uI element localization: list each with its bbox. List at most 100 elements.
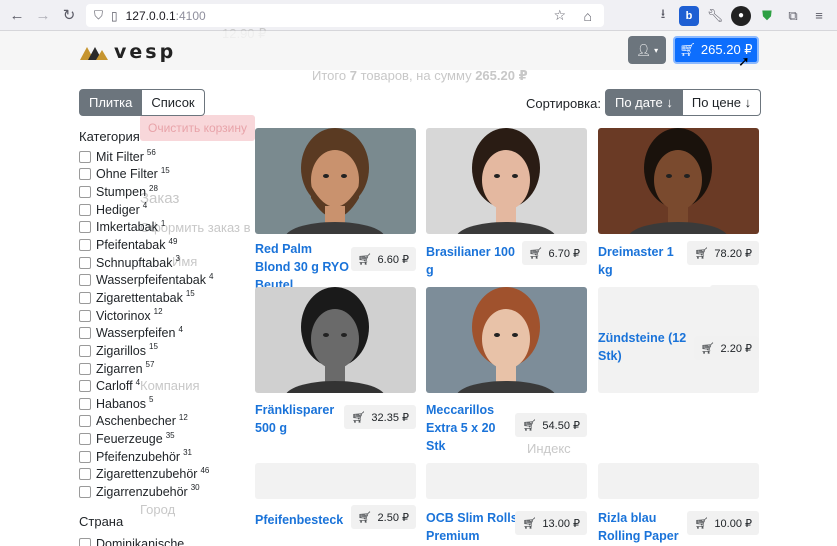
- product-name-link[interactable]: Pfeifenbesteck: [255, 511, 350, 529]
- category-checkbox[interactable]: [79, 485, 91, 498]
- category-checkbox[interactable]: [79, 309, 91, 322]
- category-checkbox[interactable]: [79, 274, 91, 287]
- back-icon[interactable]: ←: [4, 2, 30, 28]
- site-logo[interactable]: vesp: [80, 41, 176, 63]
- product-card[interactable]: OCB Slim Rolls Premium 🛒︎ 13.00 ₽: [426, 463, 587, 543]
- wrench-icon[interactable]: 🔧︎: [705, 6, 725, 26]
- category-checkbox[interactable]: [79, 380, 91, 393]
- product-image[interactable]: [426, 463, 587, 499]
- product-name-link[interactable]: Meccarillos Extra 5 x 20 Stk: [426, 401, 512, 455]
- category-checkbox[interactable]: [79, 397, 91, 410]
- bitwarden-extension-icon[interactable]: b: [679, 5, 699, 26]
- add-to-cart-button[interactable]: 🛒︎ 78.20 ₽: [687, 241, 759, 265]
- category-item[interactable]: Mit Filter 56: [79, 148, 249, 166]
- product-card[interactable]: Meccarillos Extra 5 x 20 Stk 🛒︎ 54.50 ₽: [426, 287, 587, 453]
- category-item[interactable]: Stumpen 28: [79, 183, 249, 201]
- add-to-cart-button[interactable]: 🛒︎ 6.60 ₽: [350, 247, 416, 271]
- category-item[interactable]: Pfeifentabak 49: [79, 236, 249, 254]
- product-card[interactable]: Fränklisparer 500 g 🛒︎ 32.35 ₽: [255, 287, 416, 435]
- category-checkbox[interactable]: [79, 203, 91, 216]
- category-item[interactable]: Imkertabak 1: [79, 219, 249, 237]
- cart-icon: 🛒︎: [700, 342, 715, 355]
- category-item[interactable]: Aschenbecher 12: [79, 413, 249, 431]
- view-tile-button[interactable]: Плитка: [79, 89, 143, 116]
- forward-icon[interactable]: →: [30, 2, 56, 28]
- category-item[interactable]: Ohne Filter 15: [79, 166, 249, 184]
- view-list-button[interactable]: Список: [142, 89, 205, 116]
- category-item[interactable]: Pfeifenzubehör 31: [79, 448, 249, 466]
- product-image[interactable]: [255, 287, 416, 393]
- product-name-link[interactable]: Dreimaster 1 kg: [598, 243, 688, 279]
- category-checkbox[interactable]: [79, 468, 91, 481]
- category-checkbox[interactable]: [79, 168, 91, 181]
- category-label: Imkertabak: [96, 220, 158, 235]
- product-image[interactable]: [426, 128, 587, 234]
- category-checkbox[interactable]: [79, 256, 91, 269]
- category-item[interactable]: Hediger 4: [79, 201, 249, 219]
- category-count: 49: [168, 236, 178, 246]
- category-item[interactable]: Zigarren 57: [79, 360, 249, 378]
- category-item[interactable]: Zigarrenzubehör 30: [79, 483, 249, 501]
- home-icon[interactable]: ⌂: [584, 8, 592, 24]
- product-name-link[interactable]: OCB Slim Rolls Premium: [426, 509, 518, 545]
- category-item[interactable]: Wasserpfeifen 4: [79, 324, 249, 342]
- category-checkbox[interactable]: [79, 362, 91, 375]
- category-checkbox[interactable]: [79, 450, 91, 463]
- download-icon[interactable]: ⭳: [653, 6, 673, 26]
- category-checkbox[interactable]: [79, 415, 91, 428]
- category-item[interactable]: Carloff 4: [79, 377, 249, 395]
- category-checkbox[interactable]: [79, 186, 91, 199]
- category-item[interactable]: Wasserpfeifentabak 4: [79, 271, 249, 289]
- product-name-link[interactable]: Brasilianer 100 g: [426, 243, 526, 279]
- product-image[interactable]: [255, 128, 416, 234]
- category-item[interactable]: Schnupftabak 3: [79, 254, 249, 272]
- product-image[interactable]: [598, 463, 759, 499]
- product-card[interactable]: Red Palm Blond 30 g RYO Beutel 🛒︎ 6.60 ₽: [255, 128, 416, 292]
- category-checkbox[interactable]: [79, 150, 91, 163]
- add-to-cart-button[interactable]: 🛒︎ 2.20 ₽: [693, 336, 759, 360]
- add-to-cart-button[interactable]: 🛒︎ 2.50 ₽: [350, 505, 416, 529]
- menu-icon[interactable]: ≡: [809, 6, 829, 26]
- add-to-cart-button[interactable]: 🛒︎ 32.35 ₽: [344, 405, 416, 429]
- category-item[interactable]: Feuerzeuge 35: [79, 430, 249, 448]
- product-card[interactable]: Rizla blau Rolling Paper 🛒︎ 10.00 ₽: [598, 463, 759, 543]
- product-card[interactable]: Brasilianer 100 g 🛒︎ 6.70 ₽: [426, 128, 587, 277]
- category-checkbox[interactable]: [79, 239, 91, 252]
- add-to-cart-button[interactable]: 🛒︎ 13.00 ₽: [515, 511, 587, 535]
- category-checkbox[interactable]: [79, 344, 91, 357]
- product-card[interactable]: Zündsteine (12 Stk) 🛒︎ 2.20 ₽: [598, 287, 759, 393]
- sort-by-date-button[interactable]: По дате ↓: [605, 89, 683, 116]
- bookmark-star-icon[interactable]: ☆: [553, 7, 566, 24]
- add-to-cart-button[interactable]: 🛒︎ 54.50 ₽: [515, 413, 587, 437]
- category-checkbox[interactable]: [79, 433, 91, 446]
- add-to-cart-button[interactable]: 🛒︎ 6.70 ₽: [521, 241, 587, 265]
- extensions-puzzle-icon[interactable]: ⧉: [783, 6, 803, 26]
- product-name-link[interactable]: Red Palm Blond 30 g RYO Beutel: [255, 240, 350, 294]
- product-name-link[interactable]: Zündsteine (12 Stk): [598, 329, 693, 365]
- product-card[interactable]: Dreimaster 1 kg 🛒︎ 78.20 ₽: [598, 128, 759, 277]
- add-to-cart-button[interactable]: 🛒︎ 10.00 ₽: [687, 511, 759, 535]
- category-item[interactable]: Zigarettenzubehör 46: [79, 466, 249, 484]
- product-image[interactable]: [255, 463, 416, 499]
- user-menu-button[interactable]: 👤︎ ▾: [628, 36, 666, 64]
- product-name-link[interactable]: Rizla blau Rolling Paper: [598, 509, 693, 545]
- reload-icon[interactable]: ↻: [56, 2, 82, 28]
- category-checkbox[interactable]: [79, 291, 91, 304]
- category-item[interactable]: Victorinox 12: [79, 307, 249, 325]
- product-name-link[interactable]: Fränklisparer 500 g: [255, 401, 345, 437]
- category-checkbox[interactable]: [79, 221, 91, 234]
- category-checkbox[interactable]: [79, 327, 91, 340]
- category-item[interactable]: Habanos 5: [79, 395, 249, 413]
- country-checkbox[interactable]: [79, 538, 91, 546]
- product-card[interactable]: Pfeifenbesteck 🛒︎ 2.50 ₽: [255, 463, 416, 529]
- sort-by-price-button[interactable]: По цене ↓: [682, 89, 762, 116]
- url-bar[interactable]: ⛉ ▯ 127.0.0.1:4100 ☆ ⌂: [86, 4, 604, 27]
- country-item[interactable]: Dominikanische: [79, 537, 184, 546]
- category-item[interactable]: Zigarillos 15: [79, 342, 249, 360]
- product-image[interactable]: [598, 128, 759, 234]
- category-item[interactable]: Zigarettentabak 15: [79, 289, 249, 307]
- shield-extension-icon[interactable]: ⛊: [757, 6, 777, 26]
- shield-icon[interactable]: ⛉: [94, 8, 103, 23]
- product-image[interactable]: [426, 287, 587, 393]
- extension-circle-icon[interactable]: ●: [731, 5, 751, 26]
